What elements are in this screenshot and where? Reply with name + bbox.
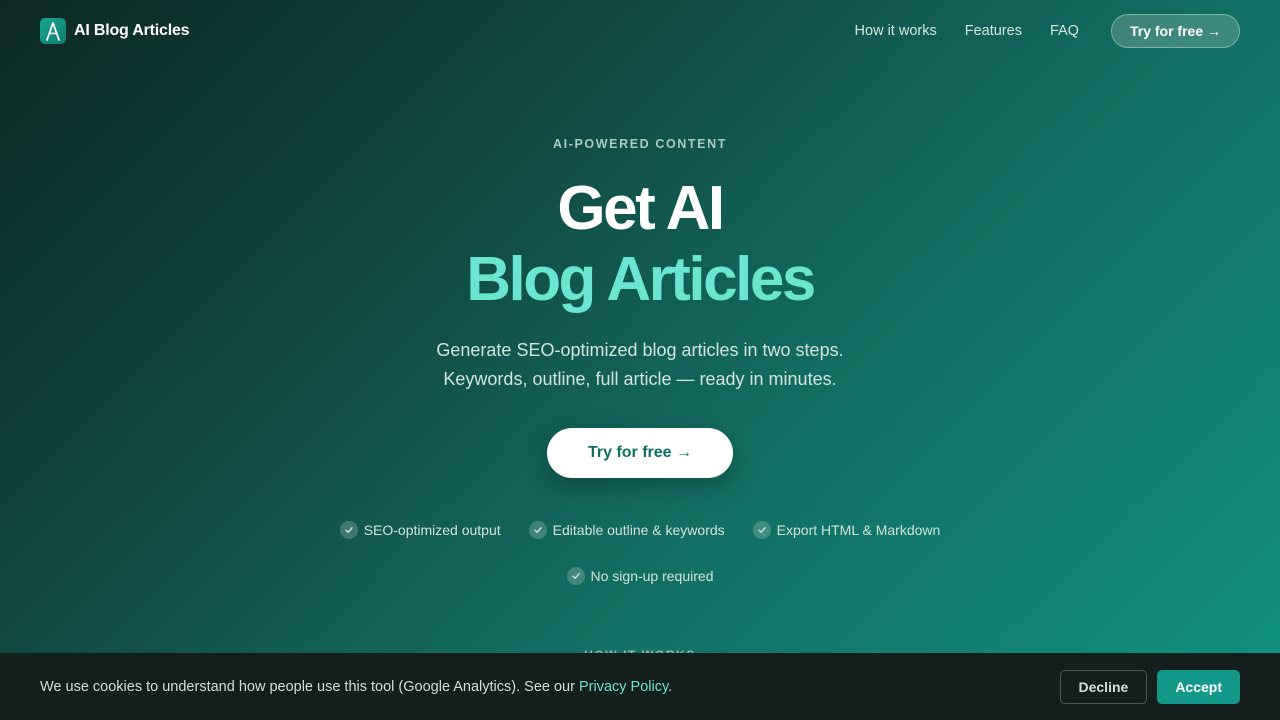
feature-list-row2: No sign-up required — [0, 567, 1280, 585]
feature-item: Editable outline & keywords — [528, 521, 725, 539]
a-letter-logo-icon — [40, 18, 66, 44]
nav-how-it-works[interactable]: How it works — [855, 23, 937, 39]
check-icon — [339, 521, 358, 539]
hero-title-line1: Get AI — [557, 174, 725, 243]
brand[interactable]: AI Blog Articles — [40, 18, 190, 44]
main-nav: How it works Features FAQ Try for free → — [827, 14, 1240, 48]
brand-name: AI Blog Articles — [74, 22, 190, 39]
cookie-suffix: . — [668, 678, 673, 695]
check-icon — [528, 521, 547, 539]
feature-label: Editable outline & keywords — [552, 522, 725, 538]
hero-subtitle-line1: Generate SEO-optimized blog articles in … — [436, 340, 844, 360]
feature-item: SEO-optimized output — [339, 521, 501, 539]
hero-title-line2: Blog Articles — [466, 245, 816, 314]
feature-label: No sign-up required — [590, 568, 714, 584]
privacy-policy-link[interactable]: Privacy Policy — [579, 679, 668, 695]
feature-label: SEO-optimized output — [363, 522, 501, 538]
nav-faq[interactable]: FAQ — [1050, 23, 1079, 39]
hero-subtitle-line2: Keywords, outline, full article — ready … — [443, 369, 837, 389]
hero-eyebrow: AI-POWERED CONTENT — [553, 137, 727, 151]
check-icon — [752, 521, 771, 539]
feature-item: Export HTML & Markdown — [752, 521, 941, 539]
accept-button[interactable]: Accept — [1157, 669, 1240, 704]
cookie-message: We use cookies to understand how people … — [40, 679, 672, 695]
nav-features[interactable]: Features — [965, 23, 1022, 39]
check-icon — [566, 567, 585, 585]
site-header: AI Blog Articles How it works Features F… — [0, 0, 1280, 62]
hero-subtitle: Generate SEO-optimized blog articles in … — [0, 336, 1280, 394]
cookie-actions: Decline Accept — [1059, 669, 1240, 704]
cookie-banner: We use cookies to understand how people … — [0, 653, 1280, 720]
feature-item: No sign-up required — [566, 567, 714, 585]
hero-try-free-button[interactable]: Try for free → — [547, 428, 733, 478]
cookie-text: We use cookies to understand how people … — [40, 678, 579, 695]
decline-button[interactable]: Decline — [1059, 669, 1148, 704]
header-try-free-button[interactable]: Try for free → — [1110, 14, 1240, 48]
feature-list: SEO-optimized output Editable outline & … — [0, 521, 1280, 539]
feature-label: Export HTML & Markdown — [776, 522, 941, 538]
